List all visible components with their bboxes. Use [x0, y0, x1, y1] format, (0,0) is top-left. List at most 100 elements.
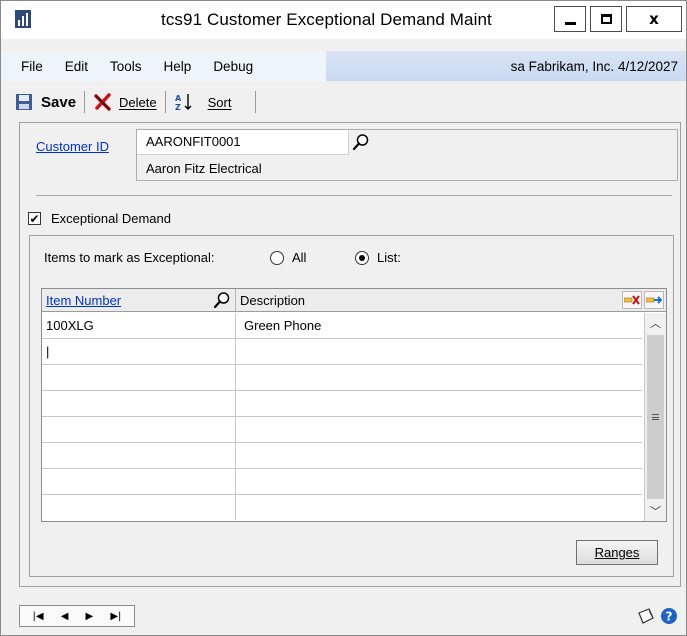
description-cell: [236, 339, 642, 364]
window-controls: x: [550, 6, 682, 32]
insert-row-button[interactable]: [644, 291, 664, 309]
menu-help[interactable]: Help: [164, 59, 192, 74]
column-separator: [235, 289, 236, 311]
insert-row-icon: [646, 296, 662, 304]
delete-icon: [94, 93, 111, 111]
window-title: tcs91 Customer Exceptional Demand Maint: [161, 10, 492, 29]
radio-all-label: All: [292, 250, 307, 265]
note-icon[interactable]: [637, 607, 655, 625]
item-number-cell[interactable]: [42, 365, 236, 390]
save-icon: [16, 94, 32, 110]
item-number-cell[interactable]: [42, 495, 236, 520]
chevron-up-icon: ︿: [650, 318, 661, 330]
divider: [36, 195, 672, 196]
last-record-icon[interactable]: ▶|: [110, 611, 121, 622]
delete-button[interactable]: Delete: [89, 89, 161, 115]
magnifier-icon: [213, 292, 230, 309]
exceptional-demand-row: ✔ Exceptional Demand: [28, 211, 171, 226]
toolbar-separator: [255, 91, 257, 113]
items-group-box: Items to mark as Exceptional: All List: …: [29, 235, 674, 577]
description-cell: [236, 391, 642, 416]
svg-text:Z: Z: [175, 103, 181, 112]
description-cell: [236, 469, 642, 494]
sort-button[interactable]: A Z Sort: [170, 89, 236, 115]
table-row[interactable]: [42, 417, 642, 443]
items-grid: Item Number Description 100XLG Green Pho…: [41, 288, 667, 522]
minimize-button[interactable]: [554, 6, 586, 32]
maximize-button[interactable]: [590, 6, 622, 32]
radio-list-circle[interactable]: [355, 250, 369, 265]
customer-box: AARONFIT0001 Aaron Fitz Electrical: [136, 129, 678, 181]
table-row[interactable]: |: [42, 339, 642, 365]
scroll-up-button[interactable]: ︿: [645, 313, 666, 333]
description-cell: [236, 417, 642, 442]
item-number-cell[interactable]: |: [42, 339, 236, 364]
table-row[interactable]: [42, 469, 642, 495]
table-row[interactable]: [42, 495, 642, 521]
customer-id-link[interactable]: Customer ID: [36, 139, 109, 154]
item-number-cell[interactable]: [42, 443, 236, 468]
close-button[interactable]: x: [626, 6, 682, 32]
main-panel: Customer ID AARONFIT0001 Aaron Fitz Elec…: [19, 122, 681, 587]
help-icon[interactable]: ?: [660, 607, 678, 625]
menu-file[interactable]: File: [21, 59, 43, 74]
item-number-cell[interactable]: [42, 391, 236, 416]
save-button[interactable]: Save: [11, 89, 80, 115]
svg-text:A: A: [175, 94, 182, 103]
customer-id-input[interactable]: AARONFIT0001: [137, 130, 349, 155]
delete-row-icon: [624, 295, 640, 305]
table-row[interactable]: [42, 365, 642, 391]
customer-lookup-button[interactable]: [350, 130, 372, 154]
record-navigation: |◀ ◀ ▶ ▶|: [19, 605, 135, 627]
scroll-thumb[interactable]: [647, 335, 664, 499]
customer-name: Aaron Fitz Electrical: [146, 161, 262, 176]
menu-edit[interactable]: Edit: [65, 59, 88, 74]
item-number-cell[interactable]: [42, 469, 236, 494]
radio-list[interactable]: List:: [355, 250, 401, 265]
item-number-cell[interactable]: [42, 417, 236, 442]
item-lookup-button[interactable]: [210, 289, 234, 311]
next-record-icon[interactable]: ▶: [86, 611, 94, 622]
description-column-header: Description: [240, 293, 306, 308]
radio-all[interactable]: All: [270, 250, 306, 265]
ranges-label: Ranges: [594, 545, 640, 560]
first-record-icon[interactable]: |◀: [33, 611, 44, 622]
sort-az-icon: A Z: [175, 94, 192, 112]
magnifier-icon: [352, 134, 369, 151]
checkmark-icon: ✔: [29, 211, 40, 226]
grid-row-buttons: [622, 291, 664, 309]
exceptional-demand-label: Exceptional Demand: [51, 211, 171, 226]
table-row[interactable]: 100XLG Green Phone: [42, 313, 642, 339]
grid-rows: 100XLG Green Phone |: [42, 313, 642, 521]
item-number-column-link[interactable]: Item Number: [46, 293, 121, 308]
toolbar-separator: [164, 91, 166, 113]
menu-items: File Edit Tools Help Debug: [1, 51, 326, 81]
grip-icon: [652, 414, 659, 420]
grid-scrollbar[interactable]: ︿ ﹀: [644, 313, 666, 521]
radio-all-circle[interactable]: [270, 250, 284, 265]
menu-tools[interactable]: Tools: [110, 59, 142, 74]
sort-label: Sort: [207, 94, 232, 110]
status-bar: |◀ ◀ ▶ ▶| ?: [1, 597, 686, 635]
ranges-button[interactable]: Ranges: [576, 540, 658, 565]
toolbar: Save Delete A Z Sort: [1, 85, 686, 119]
table-row[interactable]: [42, 391, 642, 417]
item-number-cell[interactable]: 100XLG: [42, 313, 236, 338]
exceptional-demand-checkbox[interactable]: ✔: [28, 212, 41, 225]
table-row[interactable]: [42, 443, 642, 469]
close-icon: x: [649, 10, 659, 28]
save-label: Save: [41, 93, 77, 111]
items-to-mark-label: Items to mark as Exceptional:: [44, 250, 215, 265]
scroll-down-button[interactable]: ﹀: [645, 501, 666, 521]
delete-row-button[interactable]: [622, 291, 642, 309]
menu-debug[interactable]: Debug: [213, 59, 253, 74]
maximize-icon: [600, 14, 612, 24]
delete-label: Delete: [119, 94, 157, 110]
description-cell: [236, 365, 642, 390]
previous-record-icon[interactable]: ◀: [61, 611, 69, 622]
menu-bar: File Edit Tools Help Debug sa Fabrikam, …: [1, 51, 686, 81]
description-cell: [236, 495, 642, 520]
description-cell: Green Phone: [244, 318, 322, 333]
title-bar: tcs91 Customer Exceptional Demand Maint …: [1, 1, 686, 39]
app-window: tcs91 Customer Exceptional Demand Maint …: [0, 0, 687, 636]
